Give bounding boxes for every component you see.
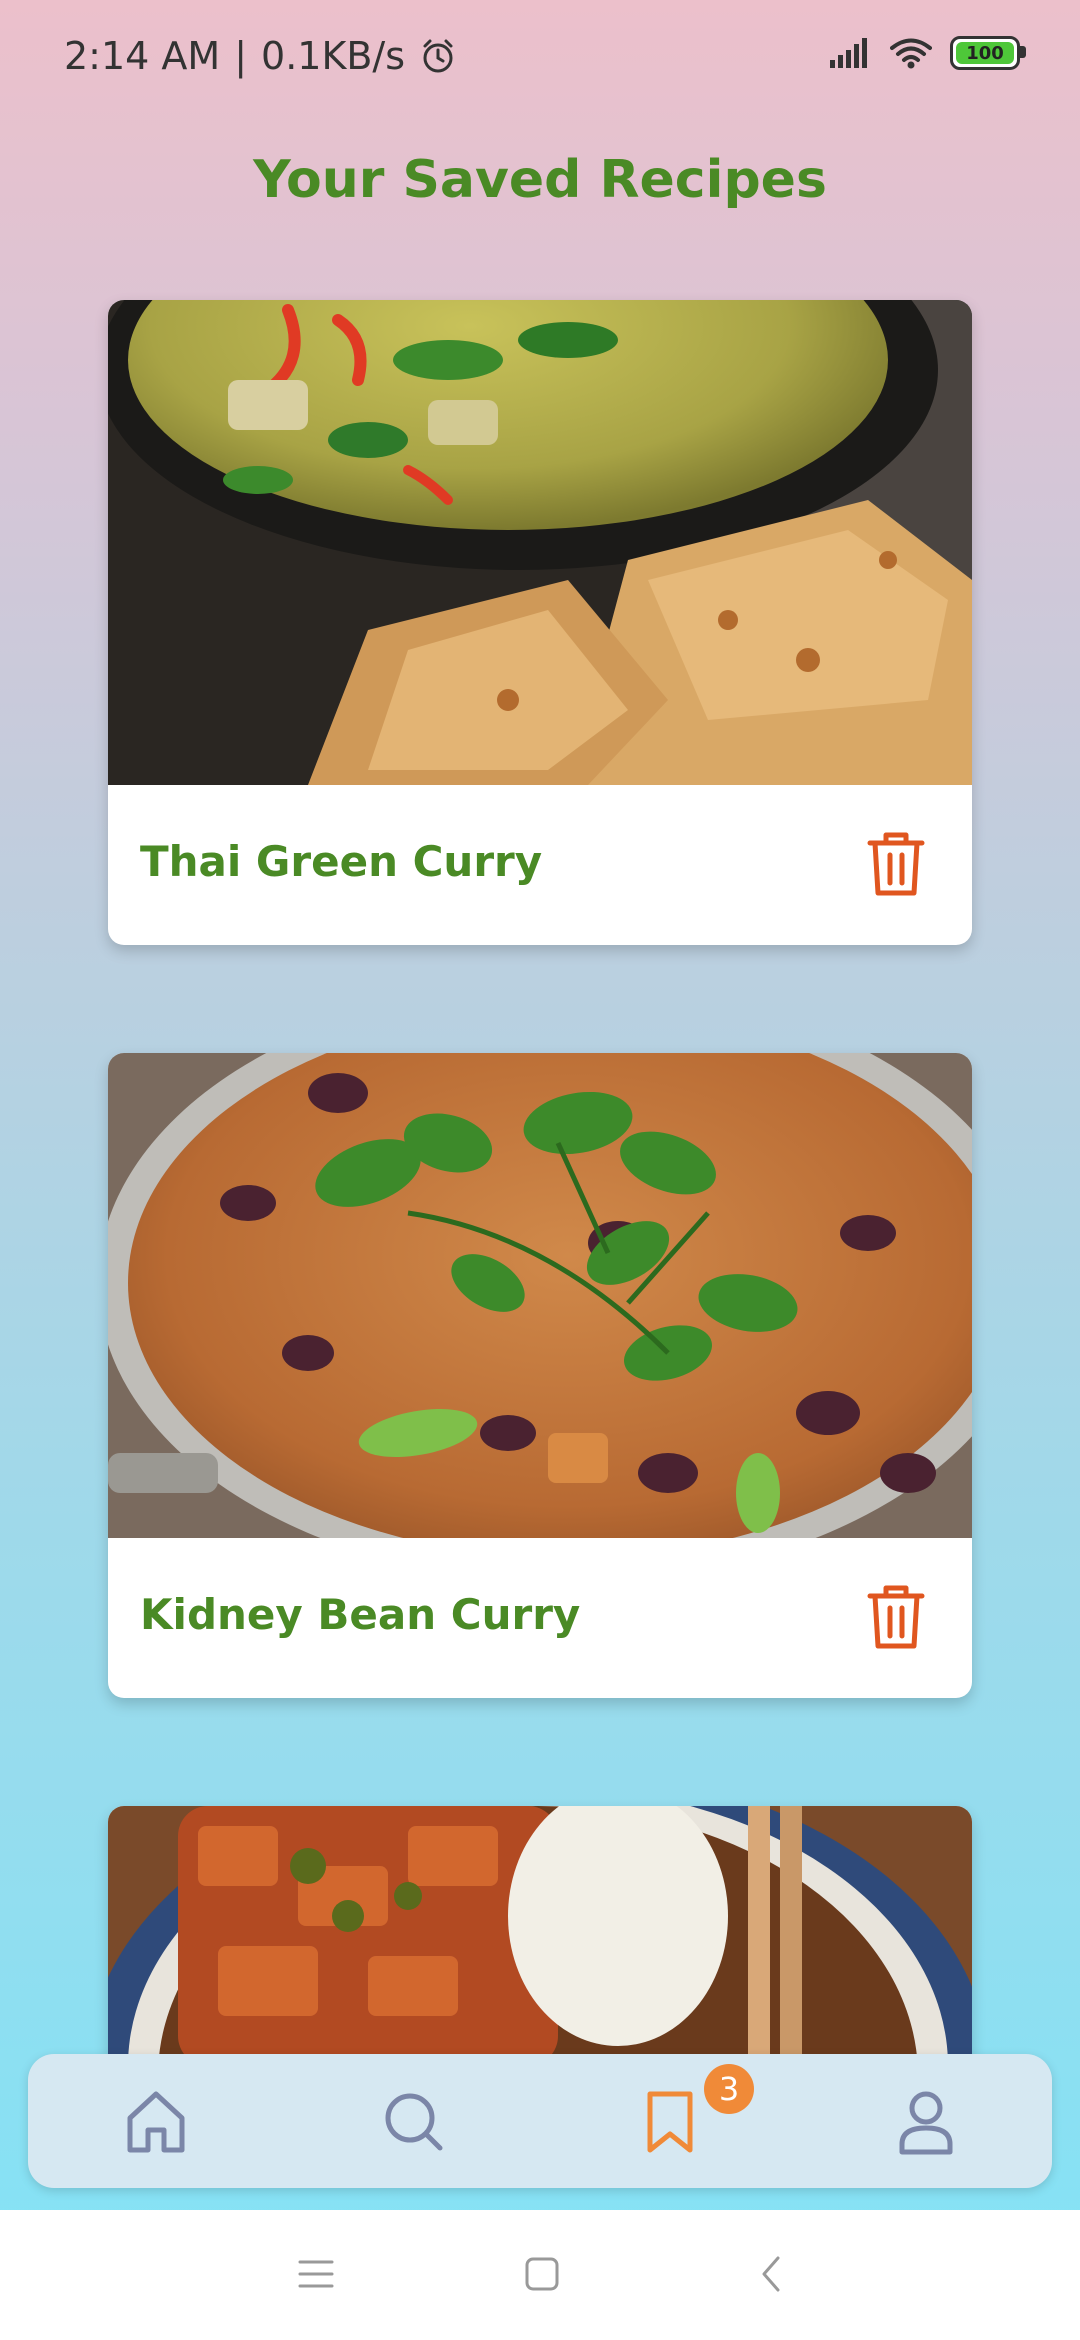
battery-level: 100 — [956, 42, 1014, 64]
recipe-image[interactable] — [108, 1053, 972, 1538]
bookmark-icon[interactable] — [634, 2086, 706, 2158]
battery-icon: 100 — [950, 36, 1026, 70]
recipe-photo-kidney-bean-curry — [108, 1053, 972, 1538]
battery-tip — [1020, 46, 1026, 58]
status-right: 100 — [828, 36, 1026, 70]
recipe-title[interactable]: Kidney Bean Curry — [140, 1590, 580, 1639]
recipe-card[interactable]: Thai Green Curry — [108, 300, 972, 945]
menu-icon[interactable] — [296, 2254, 336, 2294]
recipe-image[interactable] — [108, 1806, 972, 2066]
alarm-icon — [423, 39, 453, 73]
home-icon[interactable] — [120, 2086, 192, 2158]
status-time: 2:14 AM — [64, 34, 221, 78]
wifi-icon — [890, 38, 932, 69]
back-icon[interactable] — [752, 2254, 792, 2294]
status-left: 2:14 AM | 0.1KB/s — [64, 34, 457, 78]
trash-icon[interactable] — [864, 1582, 928, 1652]
recipe-card-footer: Thai Green Curry — [108, 785, 972, 945]
page-title: Your Saved Recipes — [253, 150, 827, 210]
saved-count-badge: 3 — [704, 2064, 754, 2114]
square-icon[interactable] — [522, 2254, 562, 2294]
recipe-image[interactable] — [108, 300, 972, 785]
search-icon[interactable] — [378, 2086, 450, 2158]
status-separator: | — [234, 34, 248, 78]
recipe-photo-katsu-curry — [108, 1806, 972, 2066]
bottom-nav: 3 — [28, 2054, 1052, 2188]
system-nav-bar — [0, 2210, 1080, 2340]
signal-icon — [830, 38, 867, 68]
recipe-card[interactable] — [108, 1806, 972, 2066]
status-bar: 2:14 AM | 0.1KB/s 100 — [0, 0, 1080, 110]
recipe-title[interactable]: Thai Green Curry — [140, 837, 542, 886]
trash-icon[interactable] — [864, 829, 928, 899]
recipe-photo-thai-curry — [108, 300, 972, 785]
user-icon[interactable] — [890, 2086, 962, 2158]
network-speed: 0.1KB/s — [261, 34, 406, 78]
recipe-card[interactable]: Kidney Bean Curry — [108, 1053, 972, 1698]
recipe-card-footer: Kidney Bean Curry — [108, 1538, 972, 1698]
